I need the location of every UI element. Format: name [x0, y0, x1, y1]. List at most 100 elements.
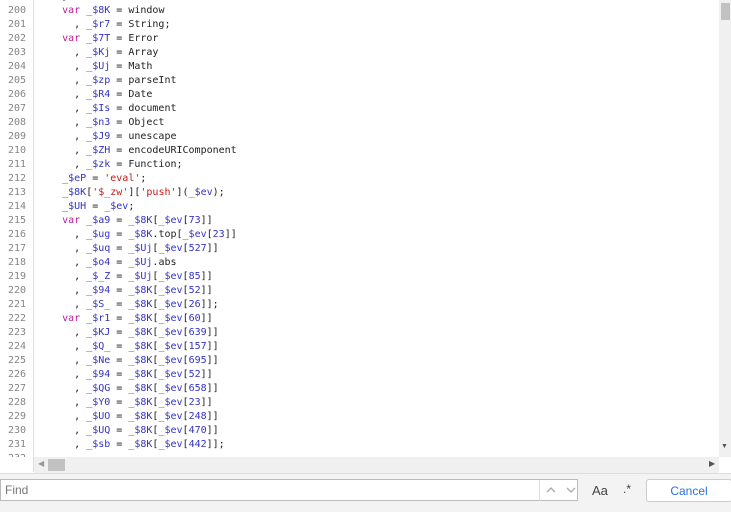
code-token: _$8K — [128, 313, 153, 324]
code-token: _$Y0 — [86, 397, 111, 408]
code-token: 52 — [188, 285, 201, 296]
code-token: = Date — [110, 89, 153, 100]
line-number: 213 — [7, 187, 26, 198]
code-token: _$8K — [128, 355, 153, 366]
code-token: .abs — [152, 257, 177, 268]
code-token: _$ev — [158, 369, 183, 380]
chevron-down-icon[interactable] — [561, 480, 581, 500]
code-text: , _$Q_ = _$8K[_$ev[157]] — [32, 340, 219, 354]
code-line: 215 var _$a9 = _$8K[_$ev[73]] — [0, 214, 213, 228]
code-line: 222 var _$r1 = _$8K[_$ev[60]] — [0, 312, 213, 326]
find-bar: Aa .* Cancel — [0, 473, 731, 512]
line-number: 211 — [7, 159, 26, 170]
code-text: , _$Ne = _$8K[_$ev[695]] — [32, 354, 219, 368]
code-token: ]( — [176, 187, 189, 198]
code-token: _$8K — [128, 383, 153, 394]
code-token: , — [38, 397, 87, 408]
code-token: _$Kj — [86, 47, 111, 58]
code-token: = — [110, 257, 129, 268]
code-line: 218 , _$o4 = _$Uj.abs — [0, 256, 177, 270]
scroll-right-arrow-icon[interactable]: ▶ — [709, 459, 715, 468]
code-token: = — [86, 173, 105, 184]
cancel-button[interactable]: Cancel — [646, 479, 731, 502]
code-text: , _$_Z = _$Uj[_$ev[85]] — [32, 270, 213, 284]
code-token: ]] — [206, 341, 219, 352]
code-token: 442 — [188, 439, 207, 450]
line-number: 231 — [7, 439, 26, 450]
line-number: 229 — [7, 411, 26, 422]
code-token: = Object — [110, 117, 165, 128]
code-token: = Math — [110, 61, 153, 72]
code-token: _$_Z — [86, 271, 111, 282]
regex-toggle[interactable]: .* — [623, 482, 631, 496]
code-token: 248 — [188, 411, 207, 422]
code-text: , _$Uj = Math — [32, 60, 152, 74]
code-text: var _$8K = window — [32, 4, 164, 18]
code-token: = Array — [110, 47, 159, 58]
code-token: ]] — [206, 243, 219, 254]
code-token: 527 — [188, 243, 207, 254]
match-case-toggle[interactable]: Aa — [592, 483, 608, 498]
code-token: _$ev — [158, 383, 183, 394]
code-token: _$zp — [86, 75, 111, 86]
code-token: ]] — [200, 285, 213, 296]
line-number: 222 — [7, 313, 26, 324]
horizontal-scroll-thumb[interactable] — [48, 459, 65, 471]
code-token: , — [38, 299, 87, 310]
code-text: _$8K['$_zw']['push'](_$ev); — [32, 186, 225, 200]
line-number: 208 — [7, 117, 26, 128]
code-token: _$8K — [128, 425, 153, 436]
find-divider — [539, 480, 540, 501]
code-text: , _$R4 = Date — [32, 88, 152, 102]
code-token: } — [38, 0, 68, 2]
code-line: 220 , _$94 = _$8K[_$ev[52]] — [0, 284, 213, 298]
code-editor[interactable]: 199 }200 var _$8K = window201 , _$r7 = S… — [0, 0, 719, 457]
code-token: = encodeURIComponent — [110, 145, 237, 156]
code-text: var _$7T = Error — [32, 32, 158, 46]
code-token: = Function; — [110, 159, 183, 170]
line-number: 205 — [7, 75, 26, 86]
vertical-scroll-thumb[interactable] — [721, 3, 730, 20]
code-token: ; — [128, 201, 135, 212]
code-token: = — [110, 369, 129, 380]
code-token: _$94 — [86, 369, 111, 380]
find-input[interactable] — [0, 479, 578, 501]
code-token: = — [110, 383, 129, 394]
code-line: 208 , _$n3 = Object — [0, 116, 165, 130]
code-text: , _$S_ = _$8K[_$ev[26]]; — [32, 298, 219, 312]
code-token: _$ev — [158, 327, 183, 338]
code-line: 210 , _$ZH = encodeURIComponent — [0, 144, 237, 158]
code-token: = — [110, 327, 129, 338]
code-token: , — [38, 369, 87, 380]
chevron-up-icon[interactable] — [541, 480, 561, 500]
vertical-scrollbar[interactable]: ▼ — [719, 0, 731, 457]
code-line: 212 _$eP = 'eval'; — [0, 172, 146, 186]
scroll-down-arrow-icon[interactable]: ▼ — [721, 443, 728, 450]
code-token: _$ev — [158, 397, 183, 408]
code-token: _$zk — [86, 159, 111, 170]
line-number: 217 — [7, 243, 26, 254]
code-token: _$ev — [188, 187, 213, 198]
code-text: , _$QG = _$8K[_$ev[658]] — [32, 382, 219, 396]
code-token: ); — [212, 187, 225, 198]
code-token: ]] — [206, 327, 219, 338]
horizontal-scrollbar[interactable]: ◀ ▶ — [34, 457, 719, 473]
code-token: ][ — [128, 187, 141, 198]
code-token: = — [110, 341, 129, 352]
code-token: var — [62, 33, 81, 44]
code-token: _$ZH — [86, 145, 111, 156]
code-token: , — [38, 341, 87, 352]
code-token: 695 — [188, 355, 207, 366]
code-line: 204 , _$Uj = Math — [0, 60, 152, 74]
code-token: _$n3 — [86, 117, 111, 128]
code-token: _$R4 — [86, 89, 111, 100]
code-token: 'eval' — [104, 173, 141, 184]
scroll-left-arrow-icon[interactable]: ◀ — [38, 459, 44, 468]
code-token: _$UQ — [86, 425, 111, 436]
code-token: ; — [140, 173, 147, 184]
code-line: 216 , _$ug = _$8K.top[_$ev[23]] — [0, 228, 237, 242]
code-line: 207 , _$Is = document — [0, 102, 177, 116]
code-token: var — [62, 5, 81, 16]
code-token: = window — [110, 5, 165, 16]
